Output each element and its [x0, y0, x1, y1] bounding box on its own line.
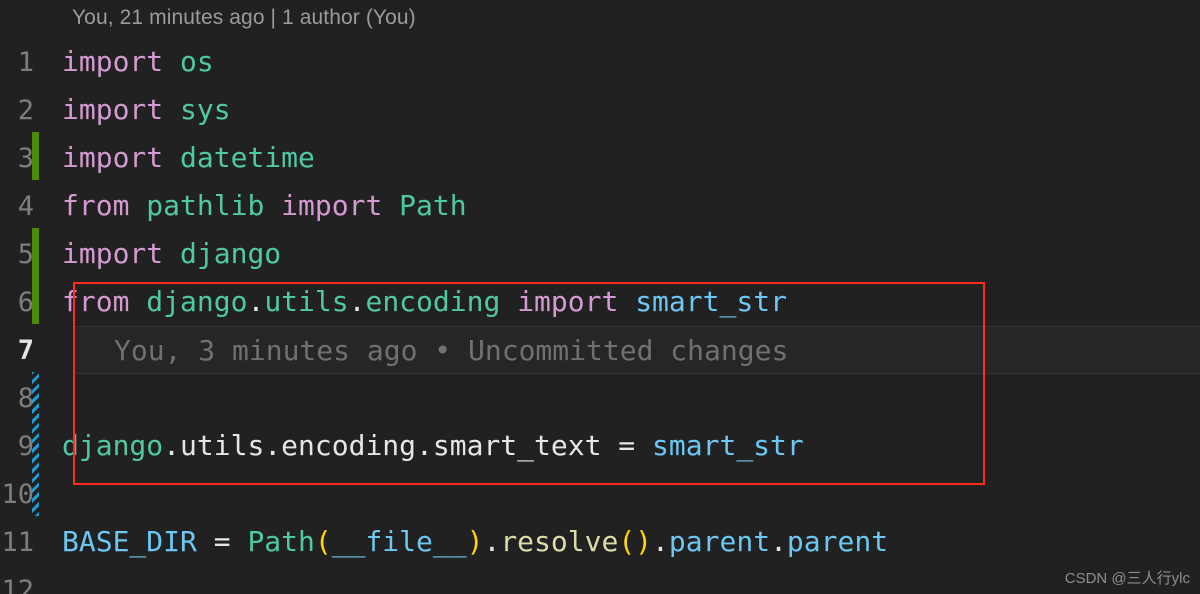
token-3-1: datetime — [180, 141, 315, 174]
gutter-line-5[interactable]: 5 — [0, 230, 56, 278]
code-text-line-5[interactable]: import django — [56, 240, 281, 268]
gutter-line-4[interactable]: 4 — [0, 182, 56, 230]
code-text-line-3[interactable]: import datetime — [56, 144, 315, 172]
file-blame-header: You, 21 minutes ago | 1 author (You) — [0, 0, 1200, 36]
code-line-9[interactable]: 9 django.utils.encoding.smart_text = smar… — [0, 422, 1200, 470]
token-6-2: . — [247, 285, 265, 318]
code-text-line-6[interactable]: from django.utils.encoding import smart_… — [56, 288, 787, 316]
gutter-line-12[interactable]: 12 — [0, 566, 56, 594]
token-4-3: Path — [399, 189, 467, 222]
token-5-1: django — [180, 237, 282, 270]
code-line-7[interactable]: 7 — [0, 326, 1200, 374]
file-blame-header-text: You, 21 minutes ago | 1 author (You) — [72, 6, 416, 29]
token-11-10: parent — [668, 525, 771, 558]
token-9-0: django — [62, 429, 164, 462]
gutter-line-11[interactable]: 11 — [0, 518, 56, 566]
token-11-9: . — [652, 525, 669, 558]
token-4-2: import — [281, 189, 400, 222]
token-11-5: ) — [466, 525, 484, 558]
token-5-0: import — [62, 237, 181, 270]
token-1-0: import — [62, 45, 181, 78]
token-6-0: from — [62, 285, 147, 318]
code-editor[interactable]: You, 21 minutes ago | 1 author (You) You… — [0, 0, 1200, 594]
token-6-1: django — [146, 285, 248, 318]
token-2-1: sys — [180, 93, 231, 126]
gutter-line-2[interactable]: 2 — [0, 86, 56, 134]
token-11-0: BASE_DIR — [62, 525, 197, 558]
code-text-line-9[interactable]: django.utils.encoding.smart_text = smart… — [56, 432, 804, 460]
token-11-7: resolve — [500, 525, 619, 558]
token-11-4: __file__ — [331, 525, 467, 558]
code-line-4[interactable]: 4 from pathlib import Path — [0, 182, 1200, 230]
token-9-2: smart_str — [652, 429, 804, 462]
token-11-8: () — [618, 525, 653, 558]
line-number-10: 10 — [1, 478, 34, 510]
code-text-line-2[interactable]: import sys — [56, 96, 231, 124]
token-4-1: pathlib — [146, 189, 282, 222]
code-text-line-1[interactable]: import os — [56, 48, 214, 76]
token-4-0: from — [62, 189, 147, 222]
token-6-7: smart_str — [635, 285, 787, 318]
token-1-1: os — [180, 45, 214, 78]
token-2-0: import — [62, 93, 181, 126]
token-11-3: ( — [314, 525, 332, 558]
token-11-2: Path — [247, 525, 315, 558]
token-9-1: .utils.encoding.smart_text = — [163, 429, 653, 462]
line-number-2: 2 — [17, 94, 34, 126]
line-number-12: 12 — [1, 574, 34, 594]
watermark: CSDN @三人行ylc — [1064, 570, 1190, 587]
token-3-0: import — [62, 141, 181, 174]
gutter-line-9[interactable]: 9 — [0, 422, 56, 470]
code-line-6[interactable]: 6 from django.utils.encoding import smart… — [0, 278, 1200, 326]
gutter-line-1[interactable]: 1 — [0, 38, 56, 86]
code-text-line-11[interactable]: BASE_DIR = Path(__file__).resolve().pare… — [56, 528, 888, 556]
token-11-12: parent — [786, 525, 889, 558]
token-6-4: . — [348, 285, 366, 318]
code-line-10[interactable]: 10 — [0, 470, 1200, 518]
line-number-5: 5 — [17, 238, 34, 270]
code-line-12[interactable]: 12 — [0, 566, 1200, 594]
code-line-11[interactable]: 11 BASE_DIR = Path(__file__).resolve().pa… — [0, 518, 1200, 566]
gutter-line-8[interactable]: 8 — [0, 374, 56, 422]
line-number-1: 1 — [17, 46, 34, 78]
code-line-5[interactable]: 5 import django — [0, 230, 1200, 278]
line-number-6: 6 — [17, 286, 34, 318]
line-number-11: 11 — [1, 526, 34, 558]
token-11-11: . — [770, 525, 787, 558]
code-line-2[interactable]: 2 import sys — [0, 86, 1200, 134]
token-11-1: = — [196, 525, 248, 558]
line-number-7: 7 — [17, 334, 34, 366]
token-6-5: encoding — [365, 285, 518, 318]
code-text-line-4[interactable]: from pathlib import Path — [56, 192, 467, 220]
gutter-line-7[interactable]: 7 — [0, 326, 56, 374]
gutter-line-10[interactable]: 10 — [0, 470, 56, 518]
token-6-3: utils — [264, 285, 349, 318]
code-line-1[interactable]: 1 import os — [0, 38, 1200, 86]
line-number-4: 4 — [17, 190, 34, 222]
token-6-6: import — [517, 285, 636, 318]
line-number-8: 8 — [17, 382, 34, 414]
code-line-3[interactable]: 3 import datetime — [0, 134, 1200, 182]
token-11-6: . — [483, 525, 501, 558]
line-number-3: 3 — [17, 142, 34, 174]
gutter-line-3[interactable]: 3 — [0, 134, 56, 182]
gutter-line-6[interactable]: 6 — [0, 278, 56, 326]
code-line-8[interactable]: 8 — [0, 374, 1200, 422]
line-number-9: 9 — [17, 430, 34, 462]
